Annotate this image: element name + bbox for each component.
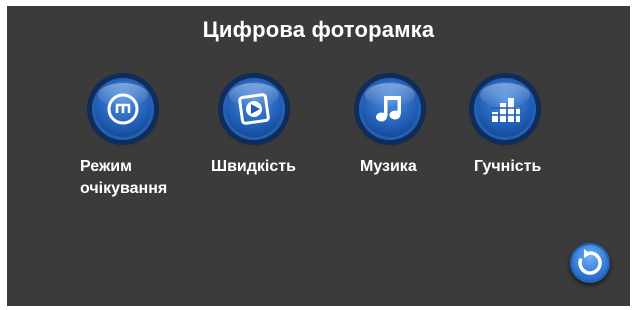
standby-label-line2: очікування	[80, 180, 168, 197]
back-rotate-icon	[578, 249, 602, 275]
volume-label: Гучність	[474, 158, 542, 175]
volume-bars-icon[interactable]	[474, 78, 536, 140]
menu-item-music[interactable]: Музика	[350, 78, 450, 178]
music-note-icon[interactable]	[359, 78, 421, 140]
back-button[interactable]	[570, 243, 610, 283]
slideshow-speed-icon[interactable]	[223, 78, 285, 140]
speed-label: Швидкість	[211, 158, 296, 175]
standby-label-line1: Режим	[80, 158, 132, 175]
menu-item-speed[interactable]: Швидкість	[211, 78, 321, 178]
menu-item-standby[interactable]: Режим очікування	[80, 78, 190, 208]
standby-icon[interactable]	[92, 78, 154, 140]
photo-frame-screen: Цифрова фоторамка Режим очікування Швидк…	[7, 6, 630, 306]
standby-label: Режим очікування	[80, 156, 167, 200]
menu-item-volume[interactable]: Гучність	[469, 78, 569, 178]
music-label: Музика	[360, 158, 417, 175]
page-title: Цифрова фоторамка	[202, 17, 435, 42]
